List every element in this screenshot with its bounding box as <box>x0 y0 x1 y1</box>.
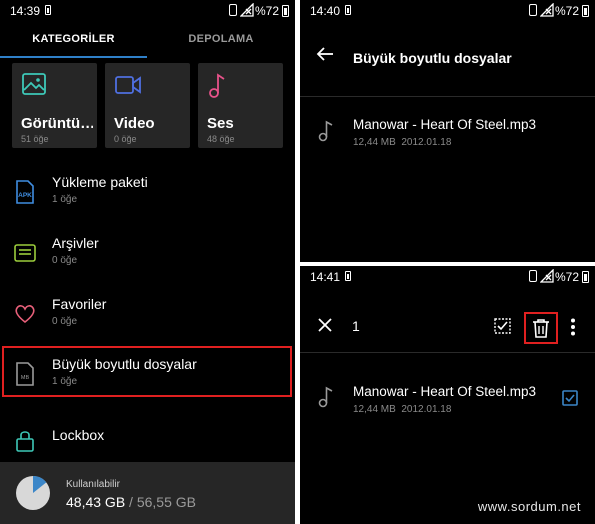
battery-percent: %72 <box>255 4 280 18</box>
battery-icon <box>282 5 289 17</box>
vibrate-icon <box>529 270 537 282</box>
storage-label: Kullanılabilir <box>66 479 120 490</box>
selected-count: 1 <box>352 318 360 334</box>
large-files-screen: 14:40 %72 Büyük boyutlu dosyalar Manowar… <box>300 0 595 262</box>
file-row[interactable]: Manowar - Heart Of Steel.mp3 12,44 MB 20… <box>300 100 595 170</box>
status-time: 14:39 <box>10 4 41 18</box>
battery-percent: %72 <box>555 270 580 284</box>
list-item-title: Arşivler <box>52 235 99 251</box>
svg-text:APK: APK <box>18 192 32 199</box>
video-icon <box>115 76 141 94</box>
battery-saver-icon <box>345 271 351 281</box>
list-item-title: Lockbox <box>52 427 105 443</box>
tile-label: Ses <box>207 115 234 132</box>
file-date: 2012.01.18 <box>401 137 452 148</box>
tile-label: Görüntü… <box>21 115 93 132</box>
storage-pie-chart <box>16 476 50 510</box>
status-bar: 14:39 %72 <box>0 0 295 22</box>
status-bar: 14:41 %72 <box>300 266 595 288</box>
battery-saver-icon <box>45 5 51 15</box>
highlight-box <box>2 346 292 397</box>
storage-summary[interactable]: Kullanılabilir 48,43 GB / 56,55 GB <box>0 462 295 524</box>
storage-separator: / <box>125 494 137 510</box>
watermark: www.sordum.net <box>477 499 581 514</box>
tab-storage[interactable]: DEPOLAMA <box>147 22 295 58</box>
file-name: Manowar - Heart Of Steel.mp3 <box>353 384 537 399</box>
battery-icon <box>582 271 589 283</box>
more-vert-icon[interactable] <box>570 318 576 336</box>
checkbox-checked-icon[interactable] <box>562 390 578 406</box>
status-time: 14:41 <box>310 270 341 284</box>
list-item-favorites[interactable]: Favoriler 0 öğe <box>0 285 295 343</box>
music-note-icon <box>318 120 333 142</box>
list-item-count: 0 öğe <box>52 255 78 266</box>
tile-label: Video <box>114 115 155 132</box>
music-note-icon <box>209 73 225 98</box>
delete-button[interactable] <box>524 312 558 344</box>
storage-used: 48,43 GB <box>66 494 126 510</box>
category-tile-audio[interactable]: Ses 48 öğe <box>198 63 283 148</box>
tile-count: 0 öğe <box>114 134 137 144</box>
list-item-archives[interactable]: Arşivler 0 öğe <box>0 224 295 282</box>
battery-percent: %72 <box>555 4 580 18</box>
apk-icon: APK <box>16 180 34 204</box>
status-time: 14:40 <box>310 4 341 18</box>
tile-count: 51 öğe <box>21 134 49 144</box>
file-size: 12,44 MB <box>353 404 396 415</box>
file-size: 12,44 MB <box>353 137 396 148</box>
file-meta: 12,44 MB 2012.01.18 <box>353 404 451 415</box>
no-signal-icon <box>540 3 554 17</box>
selection-screen: 14:41 %72 1 Manowar - Heart Of Steel.mp3… <box>300 266 595 524</box>
back-arrow-icon[interactable] <box>316 46 334 62</box>
file-row-selected[interactable]: Manowar - Heart Of Steel.mp3 12,44 MB 20… <box>300 358 595 428</box>
list-item-count: 0 öğe <box>52 316 78 327</box>
archive-icon <box>14 244 36 262</box>
list-item-count: 1 öğe <box>52 194 78 205</box>
music-note-icon <box>318 386 333 408</box>
file-name: Manowar - Heart Of Steel.mp3 <box>353 117 537 132</box>
categories-screen: 14:39 %72 KATEGORİLER DEPOLAMA Görüntü… … <box>0 0 295 524</box>
tile-count: 48 öğe <box>207 134 235 144</box>
no-signal-icon <box>240 3 254 17</box>
storage-value: 48,43 GB / 56,55 GB <box>66 494 196 510</box>
trash-icon <box>533 319 549 338</box>
vibrate-icon <box>229 4 237 16</box>
category-tile-images[interactable]: Görüntü… 51 öğe <box>12 63 97 148</box>
category-tile-video[interactable]: Video 0 öğe <box>105 63 190 148</box>
app-bar: Büyük boyutlu dosyalar <box>300 22 595 97</box>
file-date: 2012.01.18 <box>401 404 452 415</box>
tab-bar: KATEGORİLER DEPOLAMA <box>0 22 295 58</box>
list-item-install-package[interactable]: APK Yükleme paketi 1 öğe <box>0 163 295 221</box>
vibrate-icon <box>529 4 537 16</box>
battery-icon <box>582 5 589 17</box>
lock-icon <box>16 431 34 452</box>
list-item-title: Favoriler <box>52 296 107 312</box>
image-icon <box>22 73 46 95</box>
tab-categories[interactable]: KATEGORİLER <box>0 22 147 58</box>
list-item-title: Yükleme paketi <box>52 174 148 190</box>
selection-bar: 1 <box>300 288 595 353</box>
no-signal-icon <box>540 269 554 283</box>
close-icon[interactable] <box>318 318 332 332</box>
heart-icon <box>15 305 35 324</box>
select-all-icon[interactable] <box>494 318 512 334</box>
battery-saver-icon <box>345 5 351 15</box>
storage-total: 56,55 GB <box>136 494 196 510</box>
status-bar: 14:40 %72 <box>300 0 595 22</box>
file-meta: 12,44 MB 2012.01.18 <box>353 137 451 148</box>
page-title: Büyük boyutlu dosyalar <box>353 50 512 66</box>
